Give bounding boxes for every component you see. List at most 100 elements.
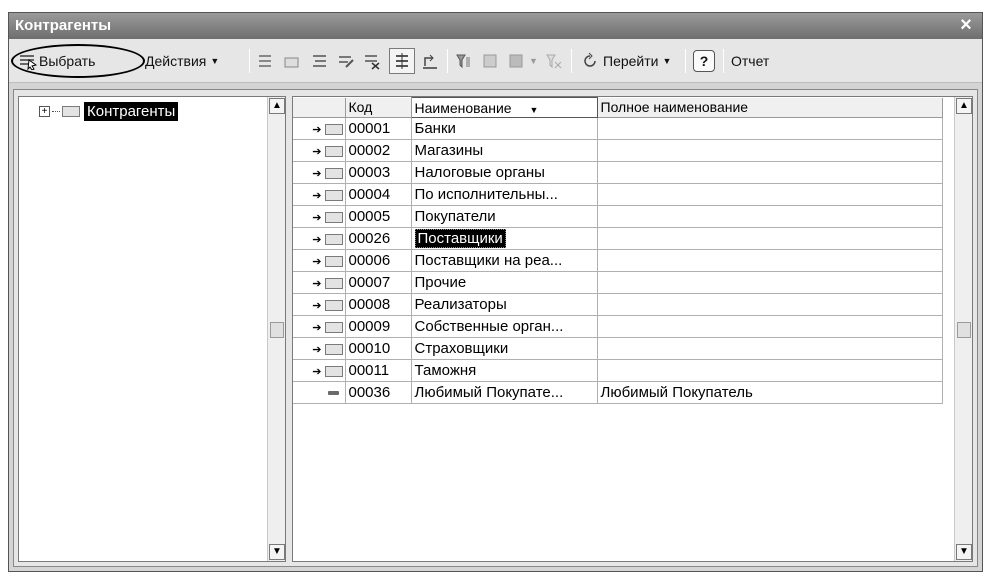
column-header-code[interactable]: Код — [345, 97, 412, 118]
table-row[interactable]: ➔ 00008 Реализаторы — [293, 293, 943, 316]
cell-full-name[interactable] — [597, 337, 943, 360]
report-button[interactable]: Отчет — [731, 49, 769, 73]
level-up-button[interactable] — [421, 49, 439, 73]
cell-code[interactable]: 00004 — [345, 183, 412, 206]
cell-full-name[interactable] — [597, 249, 943, 272]
filter-icon — [455, 52, 473, 70]
cell-name[interactable]: Любимый Покупате... — [411, 381, 598, 404]
cell-name[interactable]: Реализаторы — [411, 293, 598, 316]
expand-arrow-icon[interactable]: ➔ — [312, 343, 321, 356]
table-row[interactable]: ➔ 00002 Магазины — [293, 139, 943, 162]
clear-filter-button[interactable] — [545, 49, 563, 73]
column-header-full-name[interactable]: Полное наименование — [597, 97, 943, 118]
cell-name[interactable]: Поставщики на реа... — [411, 249, 598, 272]
cell-code[interactable]: 00011 — [345, 359, 412, 382]
table-row[interactable]: ➔ 00011 Таможня — [293, 359, 943, 382]
close-button[interactable]: × — [956, 14, 976, 36]
expand-arrow-icon[interactable]: ➔ — [312, 277, 321, 290]
cell-code[interactable]: 00036 — [345, 381, 412, 404]
cell-full-name[interactable] — [597, 139, 943, 162]
table-row[interactable]: ➔ 00009 Собственные орган... — [293, 315, 943, 338]
cell-full-name[interactable]: Любимый Покупатель — [597, 381, 943, 404]
cell-code[interactable]: 00010 — [345, 337, 412, 360]
cell-code[interactable]: 00006 — [345, 249, 412, 272]
table-row[interactable]: ➔ 00005 Покупатели — [293, 205, 943, 228]
cell-name[interactable]: Покупатели — [411, 205, 598, 228]
table-row[interactable]: 00036 Любимый Покупате... Любимый Покупате… — [293, 381, 943, 404]
cell-code[interactable]: 00009 — [345, 315, 412, 338]
expand-arrow-icon[interactable]: ➔ — [312, 321, 321, 334]
cell-full-name[interactable] — [597, 117, 943, 140]
table-row[interactable]: ➔ 00006 Поставщики на реа... — [293, 249, 943, 272]
table-row[interactable]: ➔ 00003 Налоговые органы — [293, 161, 943, 184]
filter-by-value-button[interactable] — [481, 49, 499, 73]
add-group-button[interactable] — [283, 49, 301, 73]
filter-history-button[interactable]: ▼ — [507, 49, 538, 73]
tree-item-root[interactable]: + Контрагенты — [39, 101, 179, 121]
scroll-up-button[interactable]: ▲ — [269, 98, 285, 114]
scroll-thumb[interactable] — [957, 322, 971, 338]
column-header-name-label: Наименование — [414, 99, 512, 116]
expand-arrow-icon[interactable]: ➔ — [312, 233, 321, 246]
cell-code[interactable]: 00001 — [345, 117, 412, 140]
cell-code[interactable]: 00007 — [345, 271, 412, 294]
cell-code[interactable]: 00005 — [345, 205, 412, 228]
cell-name[interactable]: Страховщики — [411, 337, 598, 360]
scroll-down-button[interactable]: ▼ — [956, 544, 972, 560]
table-row[interactable]: ➔ 00026 Поставщики — [293, 227, 943, 250]
table-row[interactable]: ➔ 00007 Прочие — [293, 271, 943, 294]
cell-name[interactable]: Магазины — [411, 139, 598, 162]
filter-button[interactable] — [455, 49, 473, 73]
scroll-up-button[interactable]: ▲ — [956, 98, 972, 114]
cell-full-name[interactable] — [597, 161, 943, 184]
expand-arrow-icon[interactable]: ➔ — [312, 299, 321, 312]
help-button[interactable]: ? — [693, 50, 715, 72]
cell-code[interactable]: 00026 — [345, 227, 412, 250]
title-bar[interactable]: Контрагенты × — [9, 13, 982, 39]
expand-arrow-icon[interactable]: ➔ — [312, 123, 321, 136]
actions-menu[interactable]: Действия ▼ — [145, 49, 219, 73]
table-row[interactable]: ➔ 00001 Банки — [293, 117, 943, 140]
expand-arrow-icon[interactable]: ➔ — [312, 145, 321, 158]
cell-code[interactable]: 00003 — [345, 161, 412, 184]
cell-full-name[interactable] — [597, 205, 943, 228]
cell-name[interactable]: Банки — [411, 117, 598, 140]
add-button[interactable] — [257, 49, 275, 73]
cell-name[interactable]: Таможня — [411, 359, 598, 382]
expand-arrow-icon[interactable]: ➔ — [312, 167, 321, 180]
scroll-thumb[interactable] — [270, 322, 284, 338]
cell-full-name[interactable] — [597, 227, 943, 250]
cell-full-name[interactable] — [597, 293, 943, 316]
cell-full-name[interactable] — [597, 359, 943, 382]
goto-menu[interactable]: Перейти ▼ — [581, 49, 671, 73]
copy-button[interactable] — [311, 49, 329, 73]
column-header-name[interactable]: Наименование ▼ — [410, 97, 598, 118]
cell-name[interactable]: Собственные орган... — [411, 315, 598, 338]
expand-arrow-icon[interactable]: ➔ — [312, 189, 321, 202]
cell-code[interactable]: 00008 — [345, 293, 412, 316]
grid-scrollbar[interactable]: ▲ ▼ — [954, 97, 972, 561]
table-row[interactable]: ➔ 00004 По исполнительны... — [293, 183, 943, 206]
cell-full-name[interactable] — [597, 315, 943, 338]
cell-name[interactable]: Налоговые органы — [411, 161, 598, 184]
expand-arrow-icon[interactable]: ➔ — [312, 255, 321, 268]
scroll-down-button[interactable]: ▼ — [269, 544, 285, 560]
group-tree[interactable]: + Контрагенты ▲ ▼ — [18, 96, 286, 562]
expand-icon[interactable]: + — [39, 105, 50, 117]
cell-name[interactable]: Поставщики — [411, 227, 598, 250]
delete-button[interactable] — [363, 49, 381, 73]
cell-name[interactable]: По исполнительны... — [411, 183, 598, 206]
cell-code[interactable]: 00002 — [345, 139, 412, 162]
hierarchy-toggle[interactable] — [389, 48, 415, 74]
expand-arrow-icon[interactable]: ➔ — [312, 365, 321, 378]
edit-button[interactable] — [337, 49, 355, 73]
counterparties-window: Контрагенты × Выбрать Действия ▼ ▼ Перей… — [8, 12, 983, 572]
cell-name[interactable]: Прочие — [411, 271, 598, 294]
counterparties-table[interactable]: Код Наименование ▼ Полное наименование ➔… — [292, 96, 973, 562]
cell-full-name[interactable] — [597, 183, 943, 206]
table-row[interactable]: ➔ 00010 Страховщики — [293, 337, 943, 360]
expand-arrow-icon[interactable]: ➔ — [312, 211, 321, 224]
cell-full-name[interactable] — [597, 271, 943, 294]
select-button[interactable]: Выбрать — [19, 49, 95, 73]
tree-scrollbar[interactable]: ▲ ▼ — [267, 97, 285, 561]
